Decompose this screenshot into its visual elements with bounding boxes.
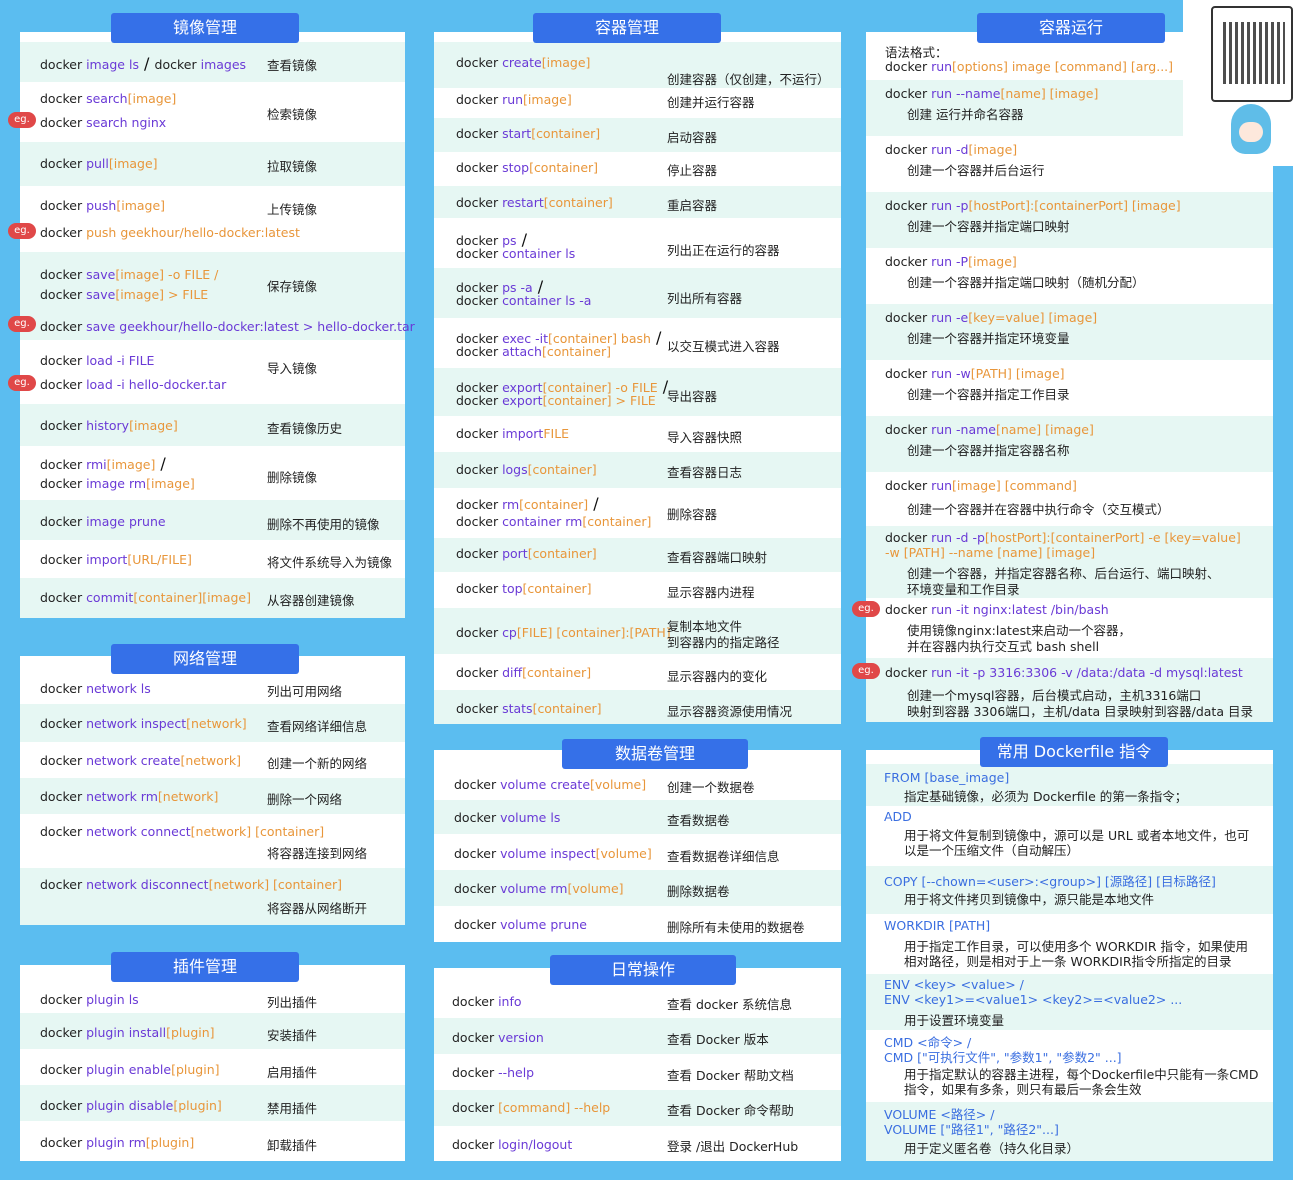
table-row: ENV <key> <value> / ENV <key1>=<value1> … (866, 974, 1273, 1030)
table-row: docker plugin install[plugin] 安装插件 (20, 1013, 405, 1049)
eg-badge: eg. (8, 112, 36, 128)
eg-badge: eg. (852, 601, 880, 617)
table-row: docker save[image] -o FILE / docker save… (8, 252, 415, 340)
table-row: docker volume inspect[volume] 查看数据卷详细信息 (454, 846, 780, 864)
table-row: docker restart[container] 重启容器 (434, 186, 841, 218)
table-row: eg. docker run -it -p 3316:3306 -v /data… (852, 658, 1273, 722)
table-row: docker run -w[PATH] [image] 创建一个容器并指定工作目… (885, 366, 1070, 402)
section-title-image: 镜像管理 (111, 13, 299, 43)
table-row: docker importFILE 导入容器快照 (456, 426, 743, 445)
panel-network: docker network ls 列出可用网络 docker network … (20, 656, 405, 925)
eg-badge: eg. (8, 316, 36, 332)
section-title-dockerfile: 常用 Dockerfile 指令 (980, 737, 1168, 767)
section-title-network: 网络管理 (111, 644, 299, 674)
panel-dockerfile: FROM [base_image] 指定基础镜像，必须为 Dockerfile … (866, 750, 1273, 1161)
table-row: docker stop[container] 停止容器 (456, 160, 718, 178)
table-row: docker plugin rm[plugin] 卸载插件 (40, 1135, 318, 1153)
eg-badge: eg. (852, 663, 880, 679)
qr-code-card (1183, 0, 1293, 166)
table-row: docker pull[image] 拉取镜像 (20, 142, 405, 186)
table-row: docker network connect[network] [contain… (40, 824, 368, 861)
table-row: docker plugin ls 列出插件 (40, 992, 318, 1010)
table-row: docker stats[container] 显示容器资源使用情况 (434, 690, 841, 724)
table-row: docker run -e[key=value] [image] 创建一个容器并… (866, 304, 1273, 360)
table-row: docker import[URL/FILE] 将文件系统导入为镜像 (40, 552, 393, 570)
table-row: docker run -P[image] 创建一个容器并指定端口映射（随机分配） (885, 254, 1145, 290)
section-title-run: 容器运行 (977, 13, 1165, 43)
table-row: docker version 查看 Docker 版本 (434, 1018, 841, 1054)
table-row: docker network rm[network] 删除一个网络 (20, 778, 405, 814)
table-row: docker run -d -p[hostPort]:[containerPor… (866, 526, 1273, 598)
table-row: docker ps -a / docker container ls -a 列出… (434, 268, 841, 318)
panel-daily: docker info 查看 docker 系统信息 docker versio… (434, 968, 841, 1161)
qr-code-icon (1223, 22, 1285, 84)
panel-container: docker create[image] 创建容器（仅创建，不运行） docke… (434, 32, 841, 724)
table-row: docker exec -it[container] bash / docker… (456, 328, 780, 359)
table-row: CMD <命令> / CMD ["可执行文件", "参数1", "参数2" ..… (884, 1035, 1259, 1097)
table-row: docker network disconnect[network] [cont… (20, 868, 405, 925)
table-row: docker network inspect[network] 查看网络详细信息 (20, 704, 405, 742)
table-row: docker image prune 删除不再使用的镜像 (20, 500, 405, 540)
table-row: docker image ls / docker images 查看镜像 (20, 42, 405, 82)
table-row: COPY [--chown=<user>:<group>] [源路径] [目标路… (866, 866, 1273, 914)
eg-badge: eg. (8, 223, 36, 239)
table-row: docker ps / docker container ls 列出正在运行的容… (456, 230, 780, 261)
table-row: docker start[container] 启动容器 (434, 118, 841, 152)
table-row: docker --help 查看 Docker 帮助文档 (452, 1065, 794, 1083)
mascot-icon (1231, 104, 1271, 154)
table-row: docker rm[container] / docker container … (456, 494, 718, 529)
panel-image: docker image ls / docker images 查看镜像 doc… (8, 32, 415, 618)
table-row: docker load -i FILE 导入镜像 eg. docker load… (8, 340, 405, 404)
table-row: docker diff[container] 显示容器内的变化 (456, 665, 768, 684)
panel-volume: docker volume create[volume] 创建一个数据卷 doc… (434, 750, 841, 942)
table-row: ADD 用于将文件复制到镜像中，源可以是 URL 或者本地文件，也可 以是一个压… (884, 809, 1250, 858)
table-row: docker top[container] 显示容器内进程 (456, 581, 755, 600)
table-row: docker history[image] 查看镜像历史 (20, 404, 405, 446)
table-row: docker volume ls 查看数据卷 (434, 800, 841, 834)
table-row: docker run[image] 创建并运行容器 (456, 92, 755, 110)
table-row: WORKDIR [PATH] 用于指定工作目录，可以使用多个 WORKDIR 指… (884, 918, 1249, 969)
panel-plugin: docker plugin ls 列出插件 docker plugin inst… (20, 965, 405, 1161)
table-row: docker create[image] 创建容器（仅创建，不运行） (434, 42, 841, 88)
table-row: docker run -name[name] [image] 创建一个容器并指定… (866, 416, 1273, 472)
section-title-daily: 日常操作 (550, 955, 736, 985)
table-row: VOLUME <路径> / VOLUME ["路径1", "路径2"...] 用… (866, 1102, 1273, 1161)
table-row: eg. docker run -it nginx:latest /bin/bas… (852, 598, 1273, 658)
table-row: docker commit[container][image] 从容器创建镜像 (20, 578, 405, 618)
eg-badge: eg. (8, 375, 36, 391)
table-row: docker info 查看 docker 系统信息 (452, 994, 793, 1012)
table-row: docker cp[FILE] [container]:[PATH] 复制本地文… (434, 608, 841, 654)
table-row: docker plugin enable[plugin] 启用插件 (40, 1062, 318, 1080)
table-row: docker network ls 列出可用网络 (40, 681, 343, 699)
table-row: docker export[container] -o FILE / docke… (434, 368, 841, 416)
table-row: docker rmi[image] / docker image rm[imag… (40, 454, 318, 491)
table-row: docker [command] --help 查看 Docker 命令帮助 (434, 1090, 841, 1126)
section-title-container: 容器管理 (533, 13, 721, 43)
section-title-volume: 数据卷管理 (562, 739, 748, 769)
table-row: docker volume create[volume] 创建一个数据卷 (454, 777, 755, 795)
section-title-plugin: 插件管理 (111, 952, 299, 982)
table-row: docker push[image] 上传镜像 eg. docker push … (8, 186, 405, 252)
table-row: docker login/logout 登录 /退出 DockerHub (452, 1137, 799, 1154)
table-row: FROM [base_image] 指定基础镜像，必须为 Dockerfile … (866, 764, 1273, 806)
table-row: docker run -p[hostPort]:[containerPort] … (866, 192, 1273, 248)
table-row: docker search[image] eg. docker search n… (8, 82, 405, 142)
table-row: docker run[image] [command] 创建一个容器并在容器中执… (885, 478, 1170, 517)
table-row: docker plugin disable[plugin] 禁用插件 (20, 1085, 405, 1121)
table-row: docker volume rm[volume] 删除数据卷 (434, 870, 841, 906)
table-row: docker port[container] 查看容器端口映射 (434, 538, 841, 572)
table-row: docker logs[container] 查看容器日志 (434, 452, 841, 488)
table-row: docker volume prune 删除所有未使用的数据卷 (454, 917, 805, 935)
table-row: docker network create[network] 创建一个新的网络 (40, 753, 368, 771)
